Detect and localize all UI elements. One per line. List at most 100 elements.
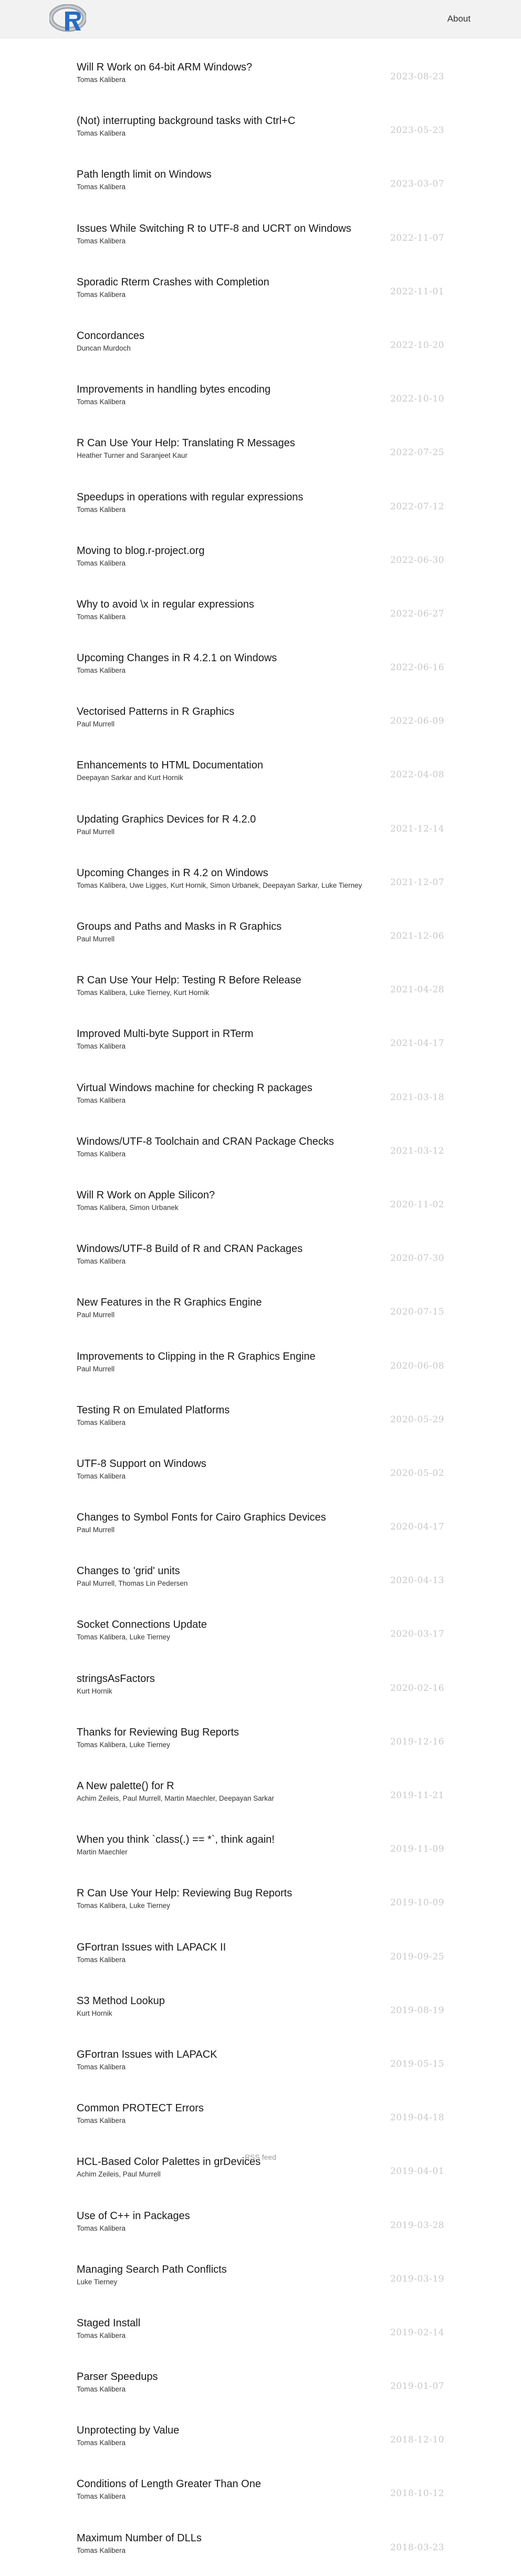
post-title-link[interactable]: Windows/UTF-8 Build of R and CRAN Packag… xyxy=(77,1243,444,1255)
post-title-link[interactable]: R Can Use Your Help: Reviewing Bug Repor… xyxy=(77,1887,444,1900)
site-header: About xyxy=(0,0,521,38)
post-title-link[interactable]: Staged Install xyxy=(77,2317,444,2329)
post-date: 2022-10-10 xyxy=(390,394,444,405)
post-date: 2022-04-08 xyxy=(390,769,444,781)
post-item: Windows/UTF-8 Build of R and CRAN Packag… xyxy=(77,1243,444,1287)
post-item: GFortran Issues with LAPACK II Tomas Kali… xyxy=(77,1941,444,1985)
post-title-link[interactable]: S3 Method Lookup xyxy=(77,1995,444,2007)
post-authors: Tomas Kalibera xyxy=(77,2492,126,2501)
post-title-link[interactable]: Moving to blog.r-project.org xyxy=(77,545,444,557)
post-date: 2022-10-20 xyxy=(390,340,444,351)
post-title-link[interactable]: Concordances xyxy=(77,330,444,342)
r-logo-icon[interactable] xyxy=(49,4,86,34)
post-title-link[interactable]: Improvements to Clipping in the R Graphi… xyxy=(77,1350,444,1363)
post-item: Maximum Number of DLLs Tomas Kalibera 2018… xyxy=(77,2532,444,2576)
post-title-link[interactable]: Managing Search Path Conflicts xyxy=(77,2263,444,2276)
post-authors: Tomas Kalibera xyxy=(77,1472,126,1480)
post-authors: Tomas Kalibera xyxy=(77,183,126,191)
post-title-link[interactable]: (Not) interrupting background tasks with… xyxy=(77,115,444,127)
post-title-link[interactable]: Windows/UTF-8 Toolchain and CRAN Package… xyxy=(77,1135,444,1148)
post-title-link[interactable]: Thanks for Reviewing Bug Reports xyxy=(77,1726,444,1739)
post-item: Parser Speedups Tomas Kalibera 2019-01-07 xyxy=(77,2370,444,2415)
post-title-link[interactable]: Socket Connections Update xyxy=(77,1618,444,1631)
post-authors: Paul Murrell xyxy=(77,1311,115,1319)
post-title-link[interactable]: GFortran Issues with LAPACK II xyxy=(77,1941,444,1954)
post-title-link[interactable]: Improvements in handling bytes encoding xyxy=(77,383,444,396)
post-title-link[interactable]: UTF-8 Support on Windows xyxy=(77,1458,444,1470)
post-authors: Achim Zeileis, Paul Murrell, Martin Maec… xyxy=(77,1794,274,1802)
post-date: 2023-05-23 xyxy=(390,125,444,136)
post-title-link[interactable]: Will R Work on Apple Silicon? xyxy=(77,1189,444,1202)
post-title-link[interactable]: GFortran Issues with LAPACK xyxy=(77,2048,444,2061)
post-authors: Paul Murrell xyxy=(77,1526,115,1534)
rss-feed-link[interactable]: RSS feed xyxy=(0,2153,521,2161)
post-title-link[interactable]: Changes to 'grid' units xyxy=(77,1565,444,1577)
post-title-link[interactable]: Parser Speedups xyxy=(77,2370,444,2383)
post-title-link[interactable]: Upcoming Changes in R 4.2.1 on Windows xyxy=(77,652,444,664)
post-title-link[interactable]: Issues While Switching R to UTF-8 and UC… xyxy=(77,222,444,235)
post-date: 2022-07-12 xyxy=(390,501,444,512)
post-title-link[interactable]: Common PROTECT Errors xyxy=(77,2102,444,2115)
post-authors: Tomas Kalibera, Uwe Ligges, Kurt Hornik,… xyxy=(77,881,362,889)
post-title-link[interactable]: Maximum Number of DLLs xyxy=(77,2532,444,2544)
post-item: Will R Work on 64-bit ARM Windows? Tomas … xyxy=(77,61,444,105)
post-title-link[interactable]: Changes to Symbol Fonts for Cairo Graphi… xyxy=(77,1511,444,1524)
post-item: GFortran Issues with LAPACK Tomas Kaliber… xyxy=(77,2048,444,2092)
post-title-link[interactable]: Improved Multi-byte Support in RTerm xyxy=(77,1028,444,1040)
post-item: Testing R on Emulated Platforms Tomas Kal… xyxy=(77,1404,444,1448)
post-date: 2020-04-17 xyxy=(390,1522,444,1533)
post-authors: Tomas Kalibera xyxy=(77,1042,126,1051)
post-title-link[interactable]: Will R Work on 64-bit ARM Windows? xyxy=(77,61,444,74)
post-date: 2022-11-07 xyxy=(390,232,444,243)
post-title-link[interactable]: Conditions of Length Greater Than One xyxy=(77,2478,444,2490)
post-title-link[interactable]: R Can Use Your Help: Translating R Messa… xyxy=(77,437,444,449)
post-date: 2019-03-28 xyxy=(390,2220,444,2231)
post-title-link[interactable]: Use of C++ in Packages xyxy=(77,2210,444,2222)
post-title-link[interactable]: stringsAsFactors xyxy=(77,1672,444,1685)
post-title-link[interactable]: Speedups in operations with regular expr… xyxy=(77,491,444,504)
post-title-link[interactable]: Testing R on Emulated Platforms xyxy=(77,1404,444,1417)
post-title-link[interactable]: Unprotecting by Value xyxy=(77,2424,444,2437)
post-title-link[interactable]: Virtual Windows machine for checking R p… xyxy=(77,1082,444,1094)
post-item: Thanks for Reviewing Bug Reports Tomas Ka… xyxy=(77,1726,444,1770)
post-title-link[interactable]: Vectorised Patterns in R Graphics xyxy=(77,705,444,718)
post-title-link[interactable]: Upcoming Changes in R 4.2 on Windows xyxy=(77,867,444,879)
post-authors: Luke Tierney xyxy=(77,2277,118,2286)
post-date: 2019-09-25 xyxy=(390,1951,444,1962)
post-authors: Tomas Kalibera xyxy=(77,2439,126,2447)
post-item: Why to avoid \x in regular expressions To… xyxy=(77,598,444,642)
post-item: New Features in the R Graphics Engine Pau… xyxy=(77,1296,444,1340)
post-list: Will R Work on 64-bit ARM Windows? Tomas … xyxy=(77,52,444,2576)
post-date: 2022-07-25 xyxy=(390,447,444,458)
post-authors: Tomas Kalibera xyxy=(77,129,126,138)
post-title-link[interactable]: Groups and Paths and Masks in R Graphics xyxy=(77,920,444,933)
post-item: Concordances Duncan Murdoch 2022-10-20 xyxy=(77,330,444,374)
post-item: Staged Install Tomas Kalibera 2019-02-14 xyxy=(77,2317,444,2361)
post-item: Will R Work on Apple Silicon? Tomas Kalib… xyxy=(77,1189,444,1233)
post-authors: Tomas Kalibera xyxy=(77,2546,126,2554)
post-title-link[interactable]: Updating Graphics Devices for R 4.2.0 xyxy=(77,813,444,826)
post-item: UTF-8 Support on Windows Tomas Kalibera 20… xyxy=(77,1458,444,1502)
post-title-link[interactable]: Sporadic Rterm Crashes with Completion xyxy=(77,276,444,289)
post-title-link[interactable]: Enhancements to HTML Documentation xyxy=(77,759,444,772)
post-authors: Tomas Kalibera xyxy=(77,505,126,514)
about-link[interactable]: About xyxy=(447,14,471,24)
post-title-link[interactable]: Path length limit on Windows xyxy=(77,168,444,181)
post-date: 2021-03-18 xyxy=(390,1092,444,1103)
post-title-link[interactable]: R Can Use Your Help: Testing R Before Re… xyxy=(77,974,444,987)
post-item: A New palette() for R Achim Zeileis, Paul… xyxy=(77,1780,444,1824)
post-title-link[interactable]: When you think `class(.) == *`, think ag… xyxy=(77,1833,444,1846)
post-item: R Can Use Your Help: Testing R Before Re… xyxy=(77,974,444,1018)
post-title-link[interactable]: A New palette() for R xyxy=(77,1780,444,1792)
post-title-link[interactable]: Why to avoid \x in regular expressions xyxy=(77,598,444,611)
post-date: 2021-03-12 xyxy=(390,1145,444,1156)
post-authors: Tomas Kalibera xyxy=(77,612,126,621)
post-authors: Tomas Kalibera xyxy=(77,1418,126,1426)
post-date: 2019-05-15 xyxy=(390,2058,444,2069)
post-title-link[interactable]: New Features in the R Graphics Engine xyxy=(77,1296,444,1309)
post-date: 2019-01-07 xyxy=(390,2381,444,2392)
post-authors: Tomas Kalibera, Luke Tierney xyxy=(77,1633,170,1641)
post-authors: Tomas Kalibera, Luke Tierney xyxy=(77,1740,170,1749)
post-authors: Tomas Kalibera xyxy=(77,1150,126,1158)
post-date: 2022-11-01 xyxy=(390,286,444,297)
